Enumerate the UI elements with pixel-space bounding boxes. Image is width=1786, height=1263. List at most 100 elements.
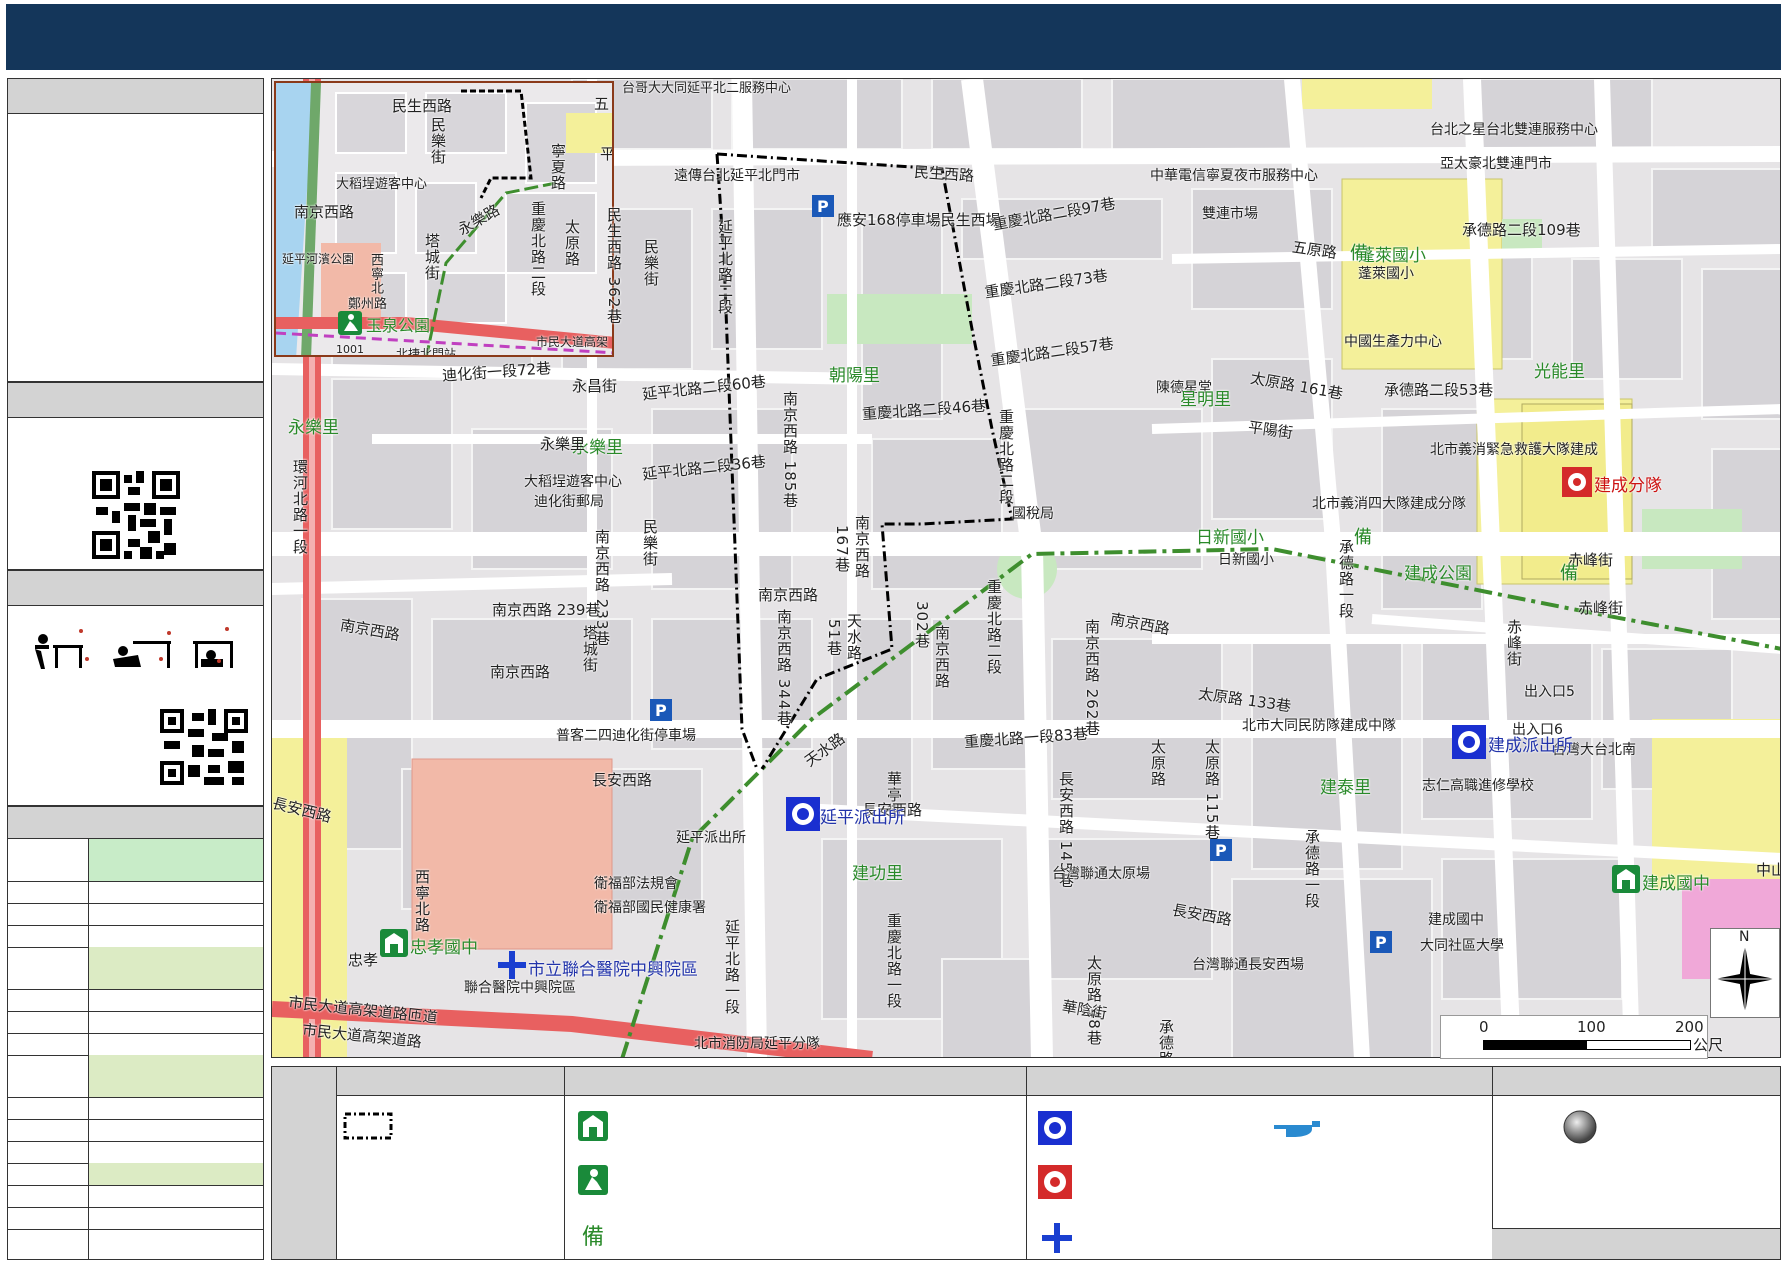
police-icon [786,797,820,831]
place-label: 大同社區大學 [1420,938,1504,954]
street-label: 302巷 [913,601,931,649]
info-panel-header [8,79,263,114]
street-label: 環河北路一段 [291,459,309,555]
street-label: 南京西路 185巷 [781,391,799,509]
north-arrow: N [1710,928,1780,1018]
legend-header [336,1067,1780,1096]
parking-icon: P [1370,931,1392,953]
poi-label: 建成派出所 [1488,736,1573,756]
poi-label: 延平派出所 [820,808,905,828]
inset-label: 市民大道高架 [536,335,609,349]
street-label: 民樂街 [641,519,659,567]
place-label: 台北之星台北雙連服務中心 [1430,122,1598,138]
medical-icon [498,951,526,979]
table-row [8,1207,263,1230]
place-label: 中華電信寧夏夜市服務中心 [1150,168,1318,184]
inset-label: 大稻埕遊客中心 [336,177,428,192]
place-label: 北市義消緊急救護大隊建成 [1430,442,1598,458]
main-map[interactable]: 民生西路 南京西路 民樂街 大稻埕遊客中心 延平河濱公園 鄭州路 重慶北路二段 … [271,78,1781,1058]
neighborhood-label: 永樂里 [288,418,339,438]
table-row [8,1055,263,1098]
street-label: 長安西路 [592,771,653,789]
neighborhood-label: 光能里 [1534,362,1585,382]
inset-label: 西寧北 [368,253,383,295]
info-panel [7,78,264,382]
street-label: 赤峰街 [1505,619,1523,667]
inset-label: 五 [594,95,610,113]
place-label: 中國生產力中心 [1344,334,1442,350]
earthquake-panel [7,570,264,806]
table-row [8,1033,263,1056]
reserve-icon: 備 [1560,563,1578,584]
street-label: 延平北路二段 [716,219,734,315]
street-label: 民生西路 [913,162,975,186]
poi-label: 忠孝國中 [410,938,478,958]
place-label: 蓬萊國小 [1358,266,1414,282]
poi-label: 建成分隊 [1594,476,1662,496]
earthquake-panel-header [8,571,263,606]
street-label: 南京西路 344巷 [775,609,793,727]
fire-station-icon [1038,1165,1072,1199]
drop-cover-hold-icon [35,627,233,669]
street-label: 延平北路一段 [723,919,741,1015]
place-label: 台哥大大同延平北二服務中心 [622,81,792,96]
scale-tick: 100 [1577,1018,1606,1036]
reserve-icon: 備 [582,1225,605,1250]
parking-icon: P [812,195,834,217]
svg-text:P: P [1215,841,1227,860]
street-label: 民樂街 [642,239,660,287]
place-label: 出入口5 [1524,684,1575,700]
title-bar [6,4,1781,70]
place-label: 台灣聯通長安西場 [1192,957,1304,973]
boundary-legend-icon [343,1112,393,1140]
table-row [8,1097,263,1120]
svg-text:P: P [1375,933,1387,952]
fire-station-icon [1562,467,1592,497]
qr-code-icon[interactable] [92,471,180,559]
place-label: 台灣聯通太原場 [1052,866,1150,882]
street-label: 承德路二段53巷 [1384,381,1494,399]
inset-label: 北捷北門站 [396,347,457,357]
table-row [8,839,263,882]
shelter-icon [578,1111,608,1141]
street-label: 承德路二段109巷 [1462,221,1581,239]
inset-label: 鄭州路 [348,297,388,312]
park-icon [578,1165,608,1195]
inset-label: 寧夏路 [549,143,567,191]
street-label: 南京西路 [758,586,819,604]
place-label: 國稅局 [1012,506,1054,522]
inset-label: 太原路 [563,219,581,267]
reserve-icon: 備 [1354,527,1372,548]
poi-label: 市立聯合醫院中興院區 [528,960,698,980]
scale-unit: 公尺 [1693,1036,1724,1054]
place-label: 遠傳台北延平北門市 [674,168,800,184]
street-label: 167巷 [833,525,851,573]
sphere-icon [1563,1110,1597,1144]
street-label: 重慶北路一段 [885,913,903,1009]
street-label: 赤峰街 [1578,599,1624,617]
north-label: N [1739,929,1750,945]
neighborhood-label: 朝陽里 [829,366,880,386]
police-icon [1038,1111,1072,1145]
neighborhood-label: 永樂里 [540,435,586,453]
legend-panel: 備 [271,1066,1781,1260]
street-label: 永昌街 [572,377,618,395]
table-row [8,1163,263,1186]
street-label: 51巷 [825,619,843,657]
qr-panel [7,382,264,570]
inset-map[interactable]: 民生西路 南京西路 民樂街 大稻埕遊客中心 延平河濱公園 鄭州路 重慶北路二段 … [274,81,614,357]
place-label: 忠孝 [348,951,379,969]
compass-icon [1715,945,1775,1013]
scale-bar: 0 100 200 公尺 [1440,1015,1723,1059]
place-label: 志仁高職進修學校 [1422,778,1534,794]
place-label: 迪化街郵局 [534,494,604,510]
poi-label: 建成國中 [1642,874,1710,894]
table-row [8,925,263,948]
place-label: 亞太豪北雙連門市 [1440,156,1552,172]
street-label: 民生西路 362巷 [605,207,623,325]
street-label: 重慶北路二段 [985,579,1003,675]
inset-label: 1001 [336,343,364,356]
neighborhood-label: 建泰里 [1320,778,1371,798]
place-label: 中山 [1756,861,1780,879]
qr-code-icon-2[interactable] [160,709,248,785]
